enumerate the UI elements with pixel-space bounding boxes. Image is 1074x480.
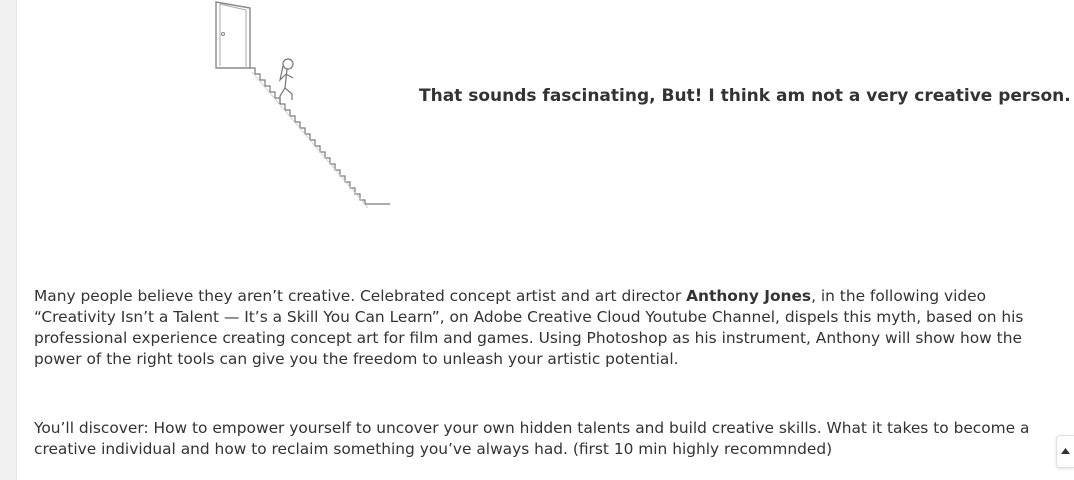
caret-up-icon: [1061, 448, 1070, 454]
artist-name: Anthony Jones: [686, 287, 812, 305]
intro-text-before: Many people believe they aren’t creative…: [34, 287, 687, 305]
left-rail: [0, 0, 17, 480]
scroll-to-top-button[interactable]: [1056, 435, 1074, 468]
intro-paragraph: Many people believe they aren’t creative…: [34, 286, 1044, 370]
stairs-illustration: [208, 0, 398, 210]
callout-heading: That sounds fascinating, But! I think am…: [419, 86, 1071, 106]
discover-paragraph: You’ll discover: How to empower yourself…: [34, 419, 1030, 458]
